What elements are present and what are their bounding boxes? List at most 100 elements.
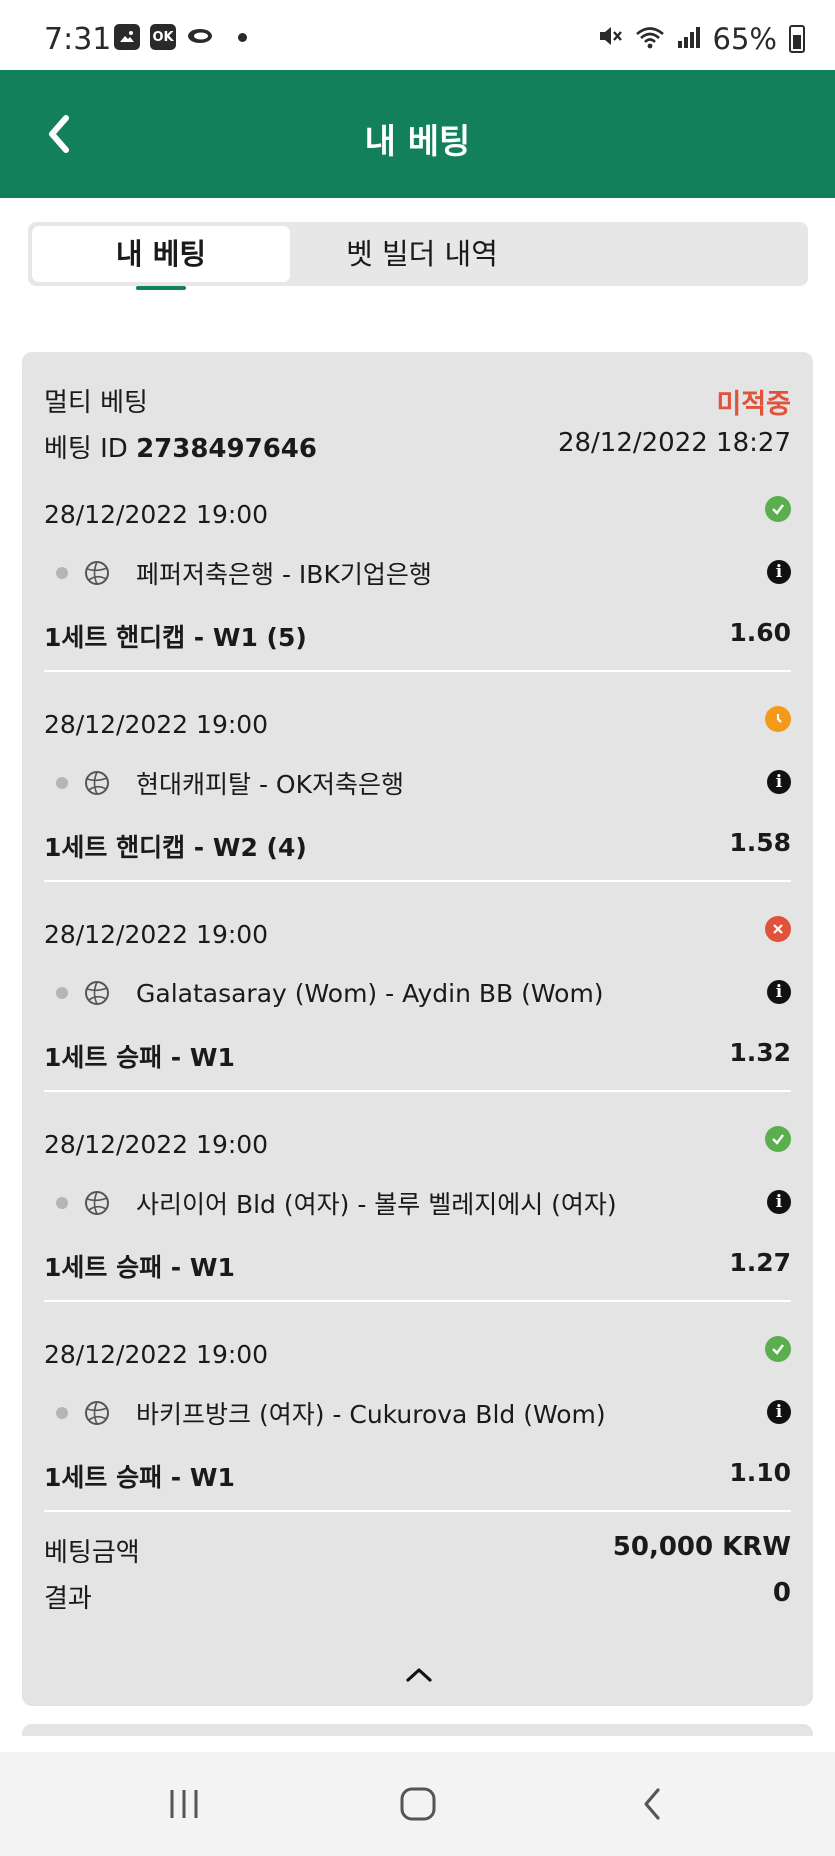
selection-market: 1세트 승패 - W1 [44,1463,235,1492]
collapse-button[interactable] [402,1664,436,1684]
selection-date: 28/12/2022 19:00 [44,710,269,739]
volleyball-icon [85,771,109,795]
home-button[interactable] [388,1782,448,1826]
system-status: 65% [597,22,805,56]
divider [44,670,791,672]
chevron-up-icon [406,1668,432,1682]
check-circle-icon [765,1126,791,1152]
check-circle-icon [765,1336,791,1362]
signal-icon [677,22,701,56]
info-icon[interactable]: i [767,1400,791,1424]
selection-odds: 1.27 [729,1248,791,1277]
bet-placed-time: 28/12/2022 18:27 [557,428,791,458]
volleyball-icon [85,561,109,585]
notification-icons: OK [114,24,247,50]
selection-match: 현대캐피탈 - OK저축은행 [136,770,404,799]
volleyball-icon [85,1191,109,1215]
selection-match-row: 바키프방크 (여자) - Cukurova Bld (Wom) i [44,1398,791,1429]
selection-date: 28/12/2022 19:00 [44,1130,269,1159]
selection-item: 28/12/2022 19:00 현대캐피탈 - OK저축은행 i 1세트 핸디… [44,706,791,900]
info-icon[interactable]: i [767,1190,791,1214]
live-indicator-dot [56,1407,68,1419]
tab-bar: 내 베팅 벳 빌더 내역 [28,222,808,290]
selection-odds: 1.32 [729,1038,791,1067]
battery-icon [789,25,805,53]
system-nav-bar [0,1752,835,1856]
divider [44,1300,791,1302]
selection-market: 1세트 핸디캡 - W2 (4) [44,833,307,862]
divider [44,1090,791,1092]
info-icon[interactable]: i [767,560,791,584]
home-icon [400,1787,436,1821]
status-bar: 7:31 OK 65% [0,0,835,70]
bet-id-value: 2738497646 [136,434,317,464]
bet-type: 멀티 베팅 [44,388,148,418]
info-icon[interactable]: i [767,980,791,1004]
selection-odds: 1.60 [729,618,791,647]
volleyball-icon [85,1401,109,1425]
stake-row: 베팅금액 50,000 KRW [44,1532,791,1569]
selection-item: 28/12/2022 19:00 사리이어 Bld (여자) - 볼루 벨레지에… [44,1126,791,1320]
next-bet-card-peek [22,1724,813,1736]
info-icon[interactable]: i [767,770,791,794]
ok-app-icon: OK [150,24,176,50]
result-value: 0 [772,1578,791,1608]
cloud-icon [186,25,214,49]
selection-date: 28/12/2022 19:00 [44,1340,269,1369]
clock-icon [765,706,791,732]
result-label: 결과 [44,1584,92,1614]
check-circle-icon [765,496,791,522]
selection-date: 28/12/2022 19:00 [44,500,269,529]
volleyball-icon [85,981,109,1005]
status-time: 7:31 [44,22,112,57]
selection-match-row: 현대캐피탈 - OK저축은행 i [44,768,791,799]
stake-value: 50,000 KRW [612,1532,791,1562]
selection-market: 1세트 승패 - W1 [44,1253,235,1282]
selection-match: 페퍼저축은행 - IBK기업은행 [136,560,432,589]
selection-match-row: 사리이어 Bld (여자) - 볼루 벨레지에시 (여자) i [44,1188,791,1219]
tab-label: 벳 빌더 내역 [346,237,498,271]
selection-item: 28/12/2022 19:00 Galatasaray (Wom) - Ayd… [44,916,791,1110]
app-header: 내 베팅 [0,70,835,198]
bet-id-label: 베팅 ID [44,434,128,464]
tab-my-bets[interactable]: 내 베팅 [32,226,290,290]
selection-match: 바키프방크 (여자) - Cukurova Bld (Wom) [136,1400,606,1429]
tab-bet-builder-history[interactable]: 벳 빌더 내역 [298,226,546,282]
wifi-icon [635,22,665,56]
nav-back-button[interactable] [622,1782,682,1826]
divider [44,880,791,882]
back-arrow-icon [644,1788,660,1820]
cross-circle-icon [765,916,791,942]
tab-label: 내 베팅 [115,237,207,271]
selection-item: 28/12/2022 19:00 페퍼저축은행 - IBK기업은행 i 1세트 … [44,496,791,690]
selection-item: 28/12/2022 19:00 바키프방크 (여자) - Cukurova B… [44,1336,791,1530]
stake-label: 베팅금액 [44,1538,140,1568]
gallery-icon [114,24,140,50]
selection-match: Galatasaray (Wom) - Aydin BB (Wom) [136,978,604,1008]
page-title: 내 베팅 [364,122,471,162]
live-indicator-dot [56,567,68,579]
selection-date: 28/12/2022 19:00 [44,920,269,949]
mute-icon [597,22,623,56]
live-indicator-dot [56,777,68,789]
divider [44,1510,791,1512]
live-indicator-dot [56,987,68,999]
bet-type-row: 멀티 베팅 미적중 [44,382,791,420]
bet-id-row: 베팅 ID 2738497646 28/12/2022 18:27 [44,428,791,465]
live-indicator-dot [56,1197,68,1209]
selection-market: 1세트 핸디캡 - W1 (5) [44,623,307,652]
bet-card: 멀티 베팅 미적중 베팅 ID 2738497646 28/12/2022 18… [22,352,813,1706]
selection-match-row: 페퍼저축은행 - IBK기업은행 i [44,558,791,589]
selection-market: 1세트 승패 - W1 [44,1043,235,1072]
selection-match-row: Galatasaray (Wom) - Aydin BB (Wom) i [44,978,791,1008]
selection-odds: 1.58 [729,828,791,857]
active-tab-indicator [136,286,186,290]
selection-odds: 1.10 [729,1458,791,1487]
selection-match: 사리이어 Bld (여자) - 볼루 벨레지에시 (여자) [136,1190,617,1219]
battery-percent: 65% [712,22,777,56]
bet-status-badge: 미적중 [716,389,791,420]
result-row: 결과 0 [44,1578,791,1615]
recent-apps-icon [170,1790,198,1818]
more-notifications-dot [238,32,247,42]
recent-apps-button[interactable] [154,1782,214,1826]
